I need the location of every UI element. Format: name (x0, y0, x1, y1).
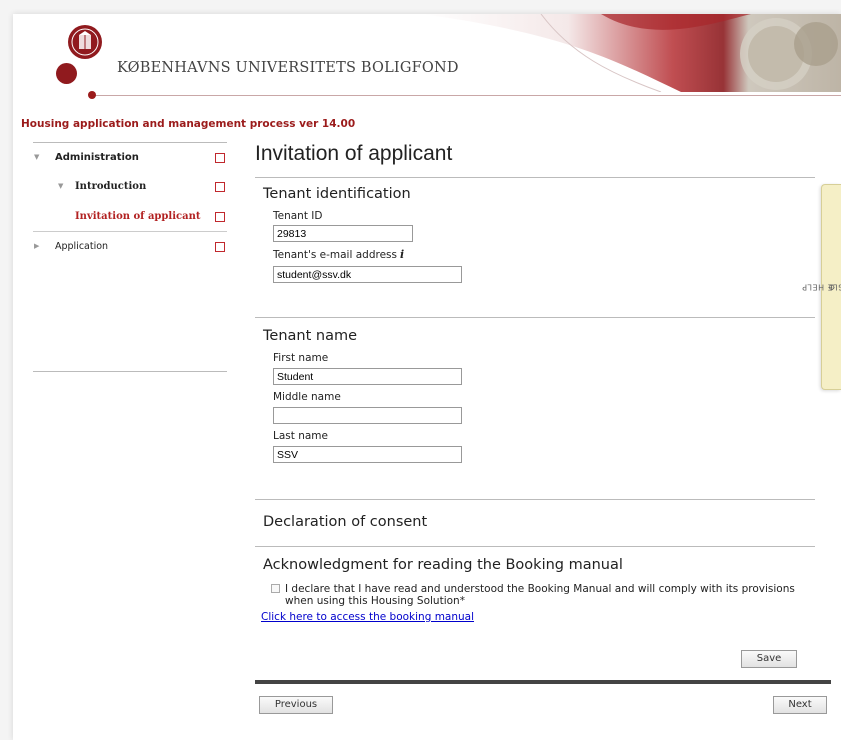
brand-name: KØBENHAVNS UNIVERSITETS BOLIGFOND (117, 60, 459, 76)
process-title: Housing application and management proce… (21, 118, 356, 130)
section-heading: Declaration of consent (263, 514, 428, 530)
status-checkbox (215, 153, 225, 163)
status-checkbox (215, 242, 225, 252)
tenant-name-section: Tenant name First name Middle name Last … (255, 318, 815, 500)
tenant-id-label: Tenant ID (273, 210, 323, 222)
sidebar-item-invitation-of-applicant[interactable]: Invitation of applicant (33, 202, 227, 232)
previous-button[interactable]: Previous (259, 696, 333, 714)
status-checkbox (215, 182, 225, 192)
section-heading: Tenant name (263, 328, 357, 344)
sidebar-item-label: Introduction (75, 181, 147, 192)
header-divider (91, 95, 841, 96)
tenant-identification-section: Tenant identification Tenant ID Tenant's… (255, 178, 815, 318)
section-heading: Tenant identification (263, 186, 411, 202)
section-heading: Acknowledgment for reading the Booking m… (263, 557, 623, 573)
header-divider-dot (88, 91, 96, 99)
booking-manual-link[interactable]: Click here to access the booking manual (261, 611, 815, 623)
university-seal-logo (68, 25, 102, 59)
acknowledgment-row: I declare that I have read and understoo… (271, 583, 811, 607)
sidebar: ▼ Administration ▼ Introduction Invitati… (33, 142, 227, 262)
email-field-group: Tenant's e-mail address i (273, 248, 815, 283)
sidebar-item-application[interactable]: ▶ Application (33, 232, 227, 262)
triangle-down-icon: ▼ (34, 153, 40, 161)
page-title: Invitation of applicant (255, 142, 815, 178)
triangle-right-icon: ▶ (34, 242, 40, 250)
middle-name-field-group: Middle name (273, 391, 815, 424)
sidebar-item-label: Administration (55, 152, 139, 163)
page: KØBENHAVNS UNIVERSITETS BOLIGFOND Housin… (13, 14, 841, 740)
toggle-help-label: ⚙ TOGGLE HELP (801, 283, 841, 292)
header: KØBENHAVNS UNIVERSITETS BOLIGFOND (13, 14, 841, 110)
sidebar-item-label: Application (55, 241, 109, 252)
triangle-down-icon: ▼ (58, 182, 64, 190)
toggle-help-tab[interactable]: ⚙ TOGGLE HELP (801, 184, 841, 390)
tenant-id-field-group: Tenant ID (273, 210, 815, 242)
banner-image (421, 14, 841, 92)
acknowledgment-checkbox[interactable] (271, 584, 280, 593)
first-name-field-group: First name (273, 352, 815, 385)
sidebar-item-introduction[interactable]: ▼ Introduction (33, 172, 227, 202)
main-content: Invitation of applicant Tenant identific… (255, 142, 815, 668)
status-checkbox (215, 212, 225, 222)
last-name-input[interactable] (273, 446, 462, 463)
sidebar-divider (33, 371, 227, 372)
acknowledgment-section: Acknowledgment for reading the Booking m… (255, 547, 815, 655)
tenant-id-input[interactable] (273, 225, 413, 242)
footer-divider (255, 680, 831, 684)
email-label: Tenant's e-mail address i (273, 248, 815, 261)
first-name-input[interactable] (273, 368, 462, 385)
first-name-label: First name (273, 352, 329, 364)
email-label-text: Tenant's e-mail address (273, 249, 397, 261)
acknowledgment-text: I declare that I have read and understoo… (285, 583, 795, 607)
declaration-of-consent-section: Declaration of consent (255, 500, 815, 547)
email-input[interactable] (273, 266, 462, 283)
middle-name-input[interactable] (273, 407, 462, 424)
middle-name-label: Middle name (273, 391, 341, 403)
last-name-label: Last name (273, 430, 328, 442)
toggle-help-text: TOGGLE HELP (800, 282, 841, 292)
next-button[interactable]: Next (773, 696, 827, 714)
last-name-field-group: Last name (273, 430, 815, 463)
info-icon[interactable]: i (400, 248, 404, 261)
sidebar-item-label: Invitation of applicant (75, 211, 201, 222)
save-button[interactable]: Save (741, 650, 797, 668)
required-mark: * (459, 595, 465, 607)
sidebar-item-administration[interactable]: ▼ Administration (33, 142, 227, 172)
